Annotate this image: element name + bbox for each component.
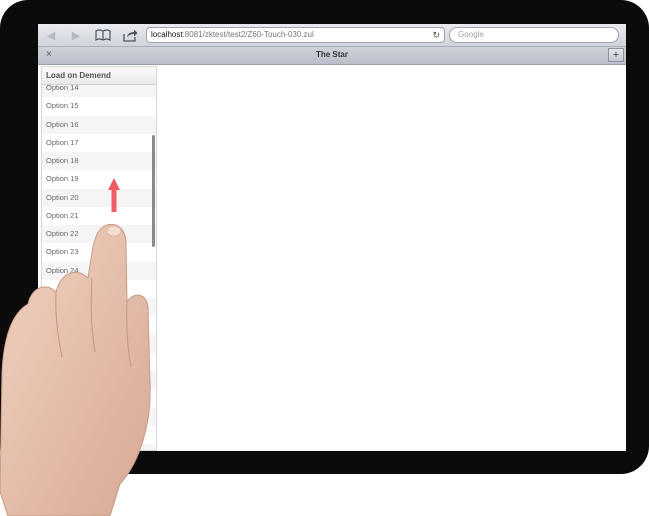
search-field[interactable]: Google xyxy=(449,27,619,43)
back-arrow-icon[interactable]: ◀ xyxy=(44,28,58,42)
url-host: localhost xyxy=(151,30,183,39)
tab-bar: × The Star + xyxy=(38,47,626,65)
list-item[interactable]: Option 17 xyxy=(42,134,156,152)
forward-arrow-icon[interactable]: ▶ xyxy=(69,28,83,42)
open-book-icon[interactable] xyxy=(94,27,112,43)
search-placeholder: Google xyxy=(458,30,484,39)
swipe-up-arrow-icon xyxy=(108,178,120,212)
list-item[interactable]: Option 18 xyxy=(42,152,156,171)
url-field[interactable]: localhost:8081/zktest/test2/Z60-Touch-03… xyxy=(146,27,445,43)
list-item[interactable]: Option 15 xyxy=(42,97,156,115)
list-item[interactable]: Option 14 xyxy=(42,85,156,98)
list-item[interactable]: Option 20 xyxy=(42,188,156,207)
new-tab-button[interactable]: + xyxy=(608,48,624,62)
reload-icon[interactable]: ↻ xyxy=(432,28,440,42)
list-item[interactable]: Option 19 xyxy=(42,170,156,188)
hand-pointer-icon xyxy=(0,223,151,516)
browser-toolbar: ◀ ▶ localhost:8081/zktest/test2/Z60-Touc… xyxy=(38,24,626,47)
tab-title[interactable]: The Star xyxy=(38,50,626,59)
listbox-header[interactable]: Load on Demend xyxy=(42,67,156,85)
list-item[interactable]: Option 16 xyxy=(42,115,156,134)
url-path: :8081/zktest/test2/Z60-Touch-030.zul xyxy=(182,30,314,39)
share-icon[interactable] xyxy=(121,27,139,43)
